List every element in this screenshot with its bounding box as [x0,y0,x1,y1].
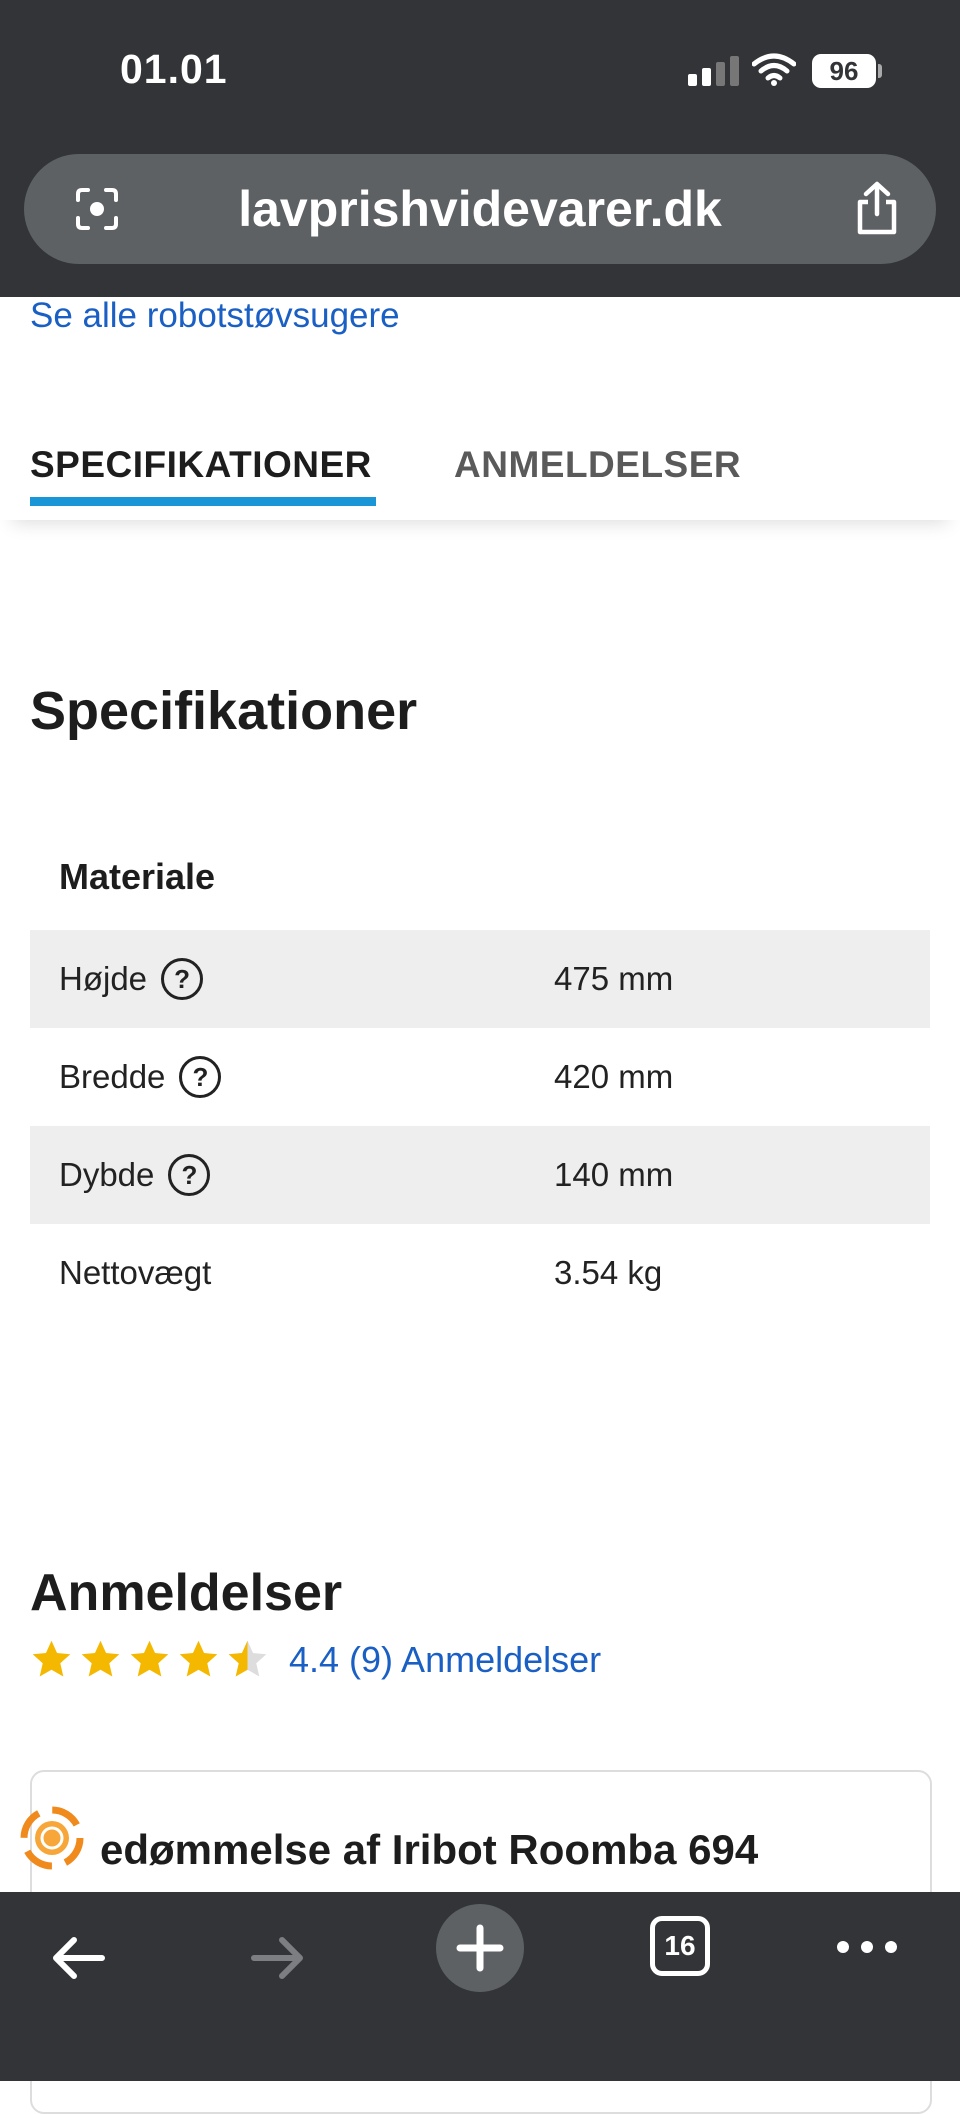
spec-row: Nettovægt 3.54 kg [30,1224,930,1322]
spec-value: 3.54 kg [554,1254,663,1291]
status-time: 01.01 [120,46,228,92]
spec-row: Højde ? 475 mm [30,930,930,1028]
spec-label: Dybde [59,1156,155,1193]
more-options-icon[interactable] [832,1922,902,1972]
plus-icon [456,1924,504,1972]
help-icon[interactable]: ? [161,958,204,1000]
spec-value: 420 mm [554,1058,674,1095]
spec-value: 140 mm [554,1156,674,1193]
see-all-robot-vacuums-link[interactable]: Se alle robotstøvsugere [30,296,400,336]
review-card-title: edømmelse af Iribot Roomba 694 [100,1826,759,1873]
spec-label-cell: Højde ? [59,958,204,1000]
tab-specifications[interactable]: SPECIFIKATIONER [30,444,372,486]
new-tab-button[interactable] [436,1904,524,1992]
star-icon [130,1640,169,1677]
star-icon [81,1640,120,1677]
spec-label-cell: Nettovægt [59,1254,211,1292]
help-icon[interactable]: ? [179,1056,222,1098]
share-icon[interactable] [852,180,902,236]
url-text[interactable]: lavprishvidevarer.dk [24,180,936,238]
spec-value: 475 mm [554,960,674,997]
spec-label: Bredde [59,1058,166,1095]
spec-label: Højde [59,960,148,997]
rating-stars [30,1638,269,1681]
spec-label-cell: Dybde ? [59,1154,211,1196]
spec-row: Bredde ? 420 mm [30,1028,930,1126]
spec-label: Nettovægt [59,1254,212,1291]
reward-badge-icon[interactable] [18,1804,86,1872]
battery-indicator: 96 [812,54,876,88]
battery-tip [878,64,882,78]
browser-top-bar: 01.01 96 lavprishvidevarer.dk [0,0,960,297]
rating-summary[interactable]: 4.4 (9) Anmeldelser [30,1638,601,1681]
browser-bottom-bar: 16 [0,1892,960,2081]
cellular-signal-icon [688,56,739,86]
specifications-heading: Specifikationer [30,681,418,741]
tab-switcher-button[interactable]: 16 [650,1916,710,1976]
spec-row: Dybde ? 140 mm [30,1126,930,1224]
spec-group-title: Materiale [59,856,216,897]
back-arrow-icon[interactable] [46,1926,110,1990]
address-bar[interactable]: lavprishvidevarer.dk [24,154,936,264]
wifi-icon [752,53,796,86]
spec-table: Højde ? 475 mm Bredde ? 420 mm Dybde ? 1… [30,930,930,1322]
star-icon [32,1640,71,1677]
reviews-heading: Anmeldelser [30,1564,343,1622]
half-star-icon [228,1640,267,1677]
star-icon [179,1640,218,1677]
rating-link[interactable]: 4.4 (9) Anmeldelser [289,1639,601,1681]
help-icon[interactable]: ? [168,1154,211,1196]
forward-arrow-icon[interactable] [246,1926,310,1990]
active-tab-indicator [30,497,376,506]
product-tabs: SPECIFIKATIONER ANMELDELSER [0,420,960,520]
tab-reviews[interactable]: ANMELDELSER [454,444,741,486]
spec-label-cell: Bredde ? [59,1056,222,1098]
